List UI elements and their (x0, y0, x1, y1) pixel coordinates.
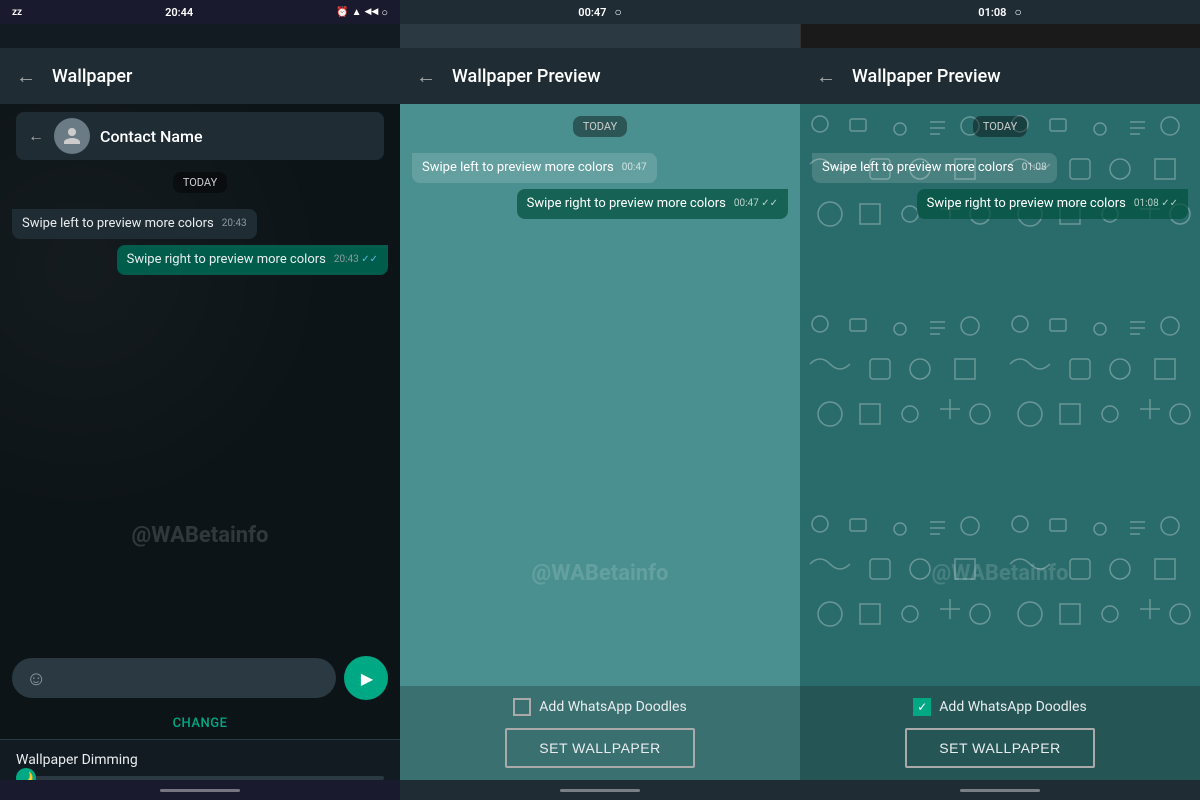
center-check-icon: ✓✓ (761, 198, 778, 209)
center-date-chip: TODAY (400, 116, 800, 137)
right-bottom-controls: ✓ Add WhatsApp Doodles SET WALLPAPER (800, 686, 1200, 780)
right-nav-bar (800, 780, 1200, 800)
center-circle-icon: ○ (614, 5, 621, 19)
contact-header: ← Contact Name (16, 112, 384, 160)
check-mark-icon: ✓ (917, 700, 927, 714)
right-msg-sent: Swipe right to preview more colors 01:08… (917, 189, 1188, 219)
right-chat-area: TODAY Swipe left to preview more colors … (800, 104, 1200, 686)
wallpaper-preview-center: 00:47 ○ ← Wallpaper Preview TODAY Swipe … (400, 0, 800, 800)
left-nav-bar (0, 780, 400, 800)
msg-sent-1: Swipe right to preview more colors 20:43… (117, 245, 388, 275)
right-title: Wallpaper Preview (852, 66, 1001, 87)
center-nav-dot (560, 789, 640, 792)
center-title: Wallpaper Preview (452, 66, 601, 87)
right-messages: Swipe left to preview more colors 01:08 … (800, 145, 1200, 227)
right-set-wallpaper-button[interactable]: SET WALLPAPER (905, 728, 1094, 768)
center-set-wallpaper-button[interactable]: SET WALLPAPER (505, 728, 694, 768)
right-date-chip: TODAY (800, 116, 1200, 137)
right-msg-received: Swipe left to preview more colors 01:08 (812, 153, 1057, 183)
center-doodles-row: Add WhatsApp Doodles (513, 698, 686, 716)
left-date-chip: TODAY (0, 172, 400, 193)
right-check-icon: ✓✓ (1161, 198, 1178, 209)
sleep-icon: zz (12, 7, 22, 18)
center-bottom-controls: Add WhatsApp Doodles SET WALLPAPER (400, 686, 800, 780)
left-app-bar: ← Wallpaper (0, 48, 400, 104)
right-nav-dot (960, 789, 1040, 792)
center-msg-received: Swipe left to preview more colors 00:47 (412, 153, 657, 183)
wallpaper-preview-right: 01:08 ○ ← Wallpaper Preview TODAY Swipe … (800, 0, 1200, 800)
left-back-small[interactable]: ← (28, 126, 44, 146)
wallpaper-panel: zz 20:44 ⏰ ▲ ◀◀ ○ ← Wallpaper ← Contact … (0, 0, 400, 800)
dimming-label: Wallpaper Dimming (16, 752, 384, 768)
watermark-center: @WABetainfo (532, 561, 669, 586)
msg-received-1: Swipe left to preview more colors 20:43 (12, 209, 257, 239)
center-doodles-label: Add WhatsApp Doodles (539, 699, 686, 715)
left-back-button[interactable]: ← (16, 64, 36, 89)
center-time: 00:47 (578, 6, 606, 19)
center-nav-bar (400, 780, 800, 800)
left-title: Wallpaper (52, 66, 132, 87)
right-doodles-label: Add WhatsApp Doodles (939, 699, 1086, 715)
right-doodles-checkbox[interactable]: ✓ (913, 698, 931, 716)
contact-avatar (54, 118, 90, 154)
chat-preview-area: ← Contact Name TODAY Swipe left to previ… (0, 104, 400, 648)
nav-dot (160, 789, 240, 792)
center-app-bar: ← Wallpaper Preview (400, 48, 800, 104)
right-time: 01:08 (978, 6, 1006, 19)
message-input[interactable]: ☺ (12, 658, 336, 698)
input-area: ☺ ▶ (0, 648, 400, 708)
center-chat-area: TODAY Swipe left to preview more colors … (400, 104, 800, 686)
right-circle-icon: ○ (1014, 5, 1021, 19)
center-back-button[interactable]: ← (416, 64, 436, 89)
watermark-left: @WABetainfo (132, 523, 269, 548)
contact-name: Contact Name (100, 127, 203, 146)
right-doodles-row: ✓ Add WhatsApp Doodles (913, 698, 1086, 716)
center-doodles-checkbox[interactable] (513, 698, 531, 716)
check-icon: ✓✓ (361, 254, 378, 265)
emoji-icon[interactable]: ☺ (26, 666, 46, 691)
status-icons: ⏰ ▲ ◀◀ ○ (336, 6, 388, 19)
send-button[interactable]: ▶ (344, 656, 388, 700)
center-messages: Swipe left to preview more colors 00:47 … (400, 145, 800, 227)
center-msg-sent: Swipe right to preview more colors 00:47… (517, 189, 788, 219)
right-app-bar: ← Wallpaper Preview (800, 48, 1200, 104)
left-messages: Swipe left to preview more colors 20:43 … (0, 201, 400, 283)
left-time: 20:44 (165, 6, 193, 19)
change-button[interactable]: CHANGE (0, 708, 400, 739)
right-back-button[interactable]: ← (816, 64, 836, 89)
